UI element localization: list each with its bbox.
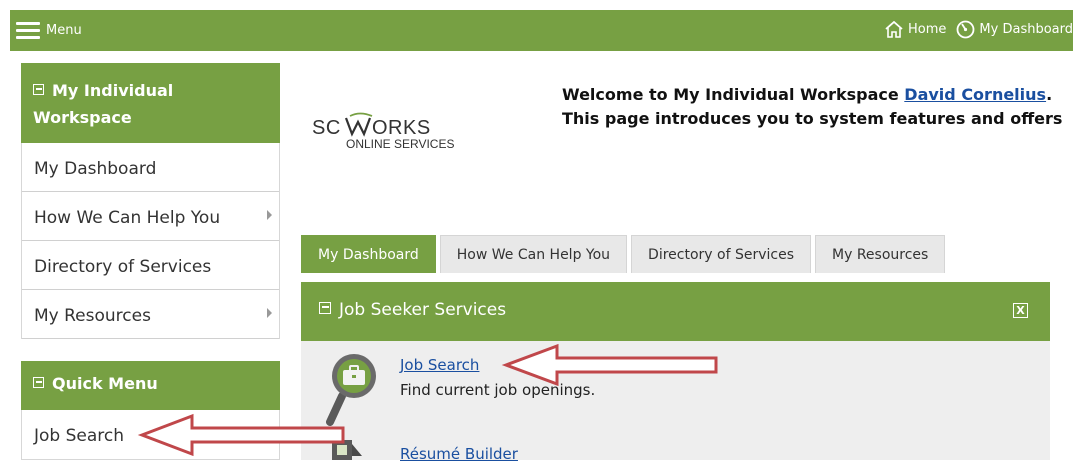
job-search-magnifier-icon: [326, 354, 376, 426]
panel-title: Job Seeker Services: [339, 300, 507, 320]
home-link[interactable]: Home: [884, 21, 946, 38]
workspace-title: My Individual Workspace: [33, 81, 174, 127]
caret-right-icon: [267, 210, 272, 220]
top-nav-links: Home My Dashboard: [874, 20, 1073, 39]
top-nav-bar: Menu Home My Dashboard: [10, 10, 1073, 51]
dashboard-link[interactable]: My Dashboard: [956, 20, 1073, 39]
sidebar-item-label: Directory of Services: [34, 257, 212, 277]
welcome-suffix: .: [1046, 85, 1053, 104]
menu-label: Menu: [46, 22, 82, 38]
quick-menu-title: Quick Menu: [52, 374, 158, 393]
quick-menu-item-job-search[interactable]: Job Search: [21, 410, 280, 460]
sidebar-item-directory-of-services[interactable]: Directory of Services: [22, 241, 279, 290]
job-search-description: Find current job openings.: [400, 381, 596, 399]
sidebar-item-my-dashboard[interactable]: My Dashboard: [22, 143, 279, 192]
welcome-line-2: This page introduces you to system featu…: [562, 109, 1063, 128]
tab-bar: My Dashboard How We Can Help You Directo…: [301, 235, 949, 273]
menu-button[interactable]: Menu: [16, 18, 82, 42]
home-label: Home: [908, 22, 947, 37]
sidebar-item-label: My Dashboard: [34, 159, 157, 179]
close-icon: X: [1016, 304, 1025, 317]
welcome-line-1: Welcome to My Individual Workspace David…: [562, 83, 1062, 107]
sidebar-item-how-we-can-help[interactable]: How We Can Help You: [22, 192, 279, 241]
job-seeker-services-header[interactable]: Job Seeker Services X: [301, 282, 1050, 341]
sidebar-item-label: My Resources: [34, 306, 151, 326]
home-icon: [885, 21, 903, 38]
welcome-prefix: Welcome to My Individual Workspace: [562, 85, 905, 104]
user-name-link[interactable]: David Cornelius: [904, 85, 1046, 104]
dashboard-gauge-icon: [957, 20, 975, 39]
tab-how-we-can-help[interactable]: How We Can Help You: [439, 235, 628, 273]
quick-menu-item-label: Job Search: [34, 426, 125, 446]
hamburger-icon: [16, 21, 40, 39]
tab-directory-of-services[interactable]: Directory of Services: [631, 235, 812, 273]
left-sidebar: My Individual Workspace My Dashboard How…: [21, 63, 280, 339]
sc-works-logo: SC ORKS ONLINE SERVICES: [312, 112, 454, 151]
resume-builder-link[interactable]: Résumé Builder: [400, 445, 518, 463]
caret-right-icon: [267, 308, 272, 318]
collapse-icon: [33, 84, 44, 95]
close-panel-button[interactable]: X: [1013, 303, 1028, 318]
tab-my-dashboard[interactable]: My Dashboard: [301, 235, 436, 273]
svg-text:ONLINE SERVICES: ONLINE SERVICES: [346, 137, 454, 151]
dashboard-label: My Dashboard: [979, 22, 1073, 37]
quick-menu-header[interactable]: Quick Menu: [21, 361, 280, 410]
collapse-icon: [33, 377, 44, 388]
sidebar-item-label: How We Can Help You: [34, 208, 221, 228]
sidebar-menu: My Dashboard How We Can Help You Directo…: [21, 143, 280, 339]
sidebar-item-my-resources[interactable]: My Resources: [22, 290, 279, 339]
collapse-icon: [319, 302, 331, 314]
svg-text:SC: SC: [312, 117, 341, 139]
svg-text:ORKS: ORKS: [372, 117, 431, 139]
tab-my-resources[interactable]: My Resources: [815, 235, 946, 273]
resume-builder-icon: [332, 440, 362, 460]
job-search-link[interactable]: Job Search: [400, 356, 479, 374]
workspace-header[interactable]: My Individual Workspace: [21, 63, 280, 143]
welcome-message: Welcome to My Individual Workspace David…: [562, 83, 1062, 131]
